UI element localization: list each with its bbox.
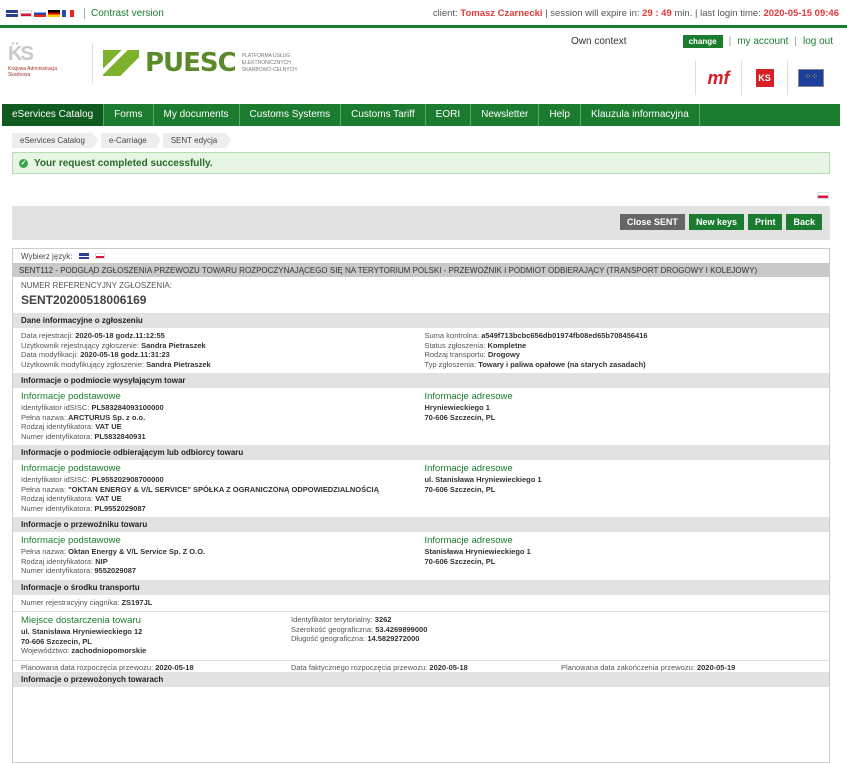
breadcrumb-item[interactable]: e-Carriage xyxy=(100,133,161,148)
transport-dates: Planowana data rozpoczęcia przewozu: 202… xyxy=(13,659,829,672)
nav-my-documents[interactable]: My documents xyxy=(154,104,240,126)
kas-text: Krajowa Administracja Skarbowa xyxy=(8,66,58,78)
nav-eservices-catalog[interactable]: eServices Catalog xyxy=(2,104,105,126)
session-label: | session will expire in: xyxy=(545,8,640,19)
nav-help[interactable]: Help xyxy=(539,104,581,126)
own-context-label: Own context xyxy=(571,36,627,47)
log-out-link[interactable]: log out xyxy=(803,36,833,47)
language-flags xyxy=(6,10,74,17)
context-bar: Own context change | my account | log ou… xyxy=(571,35,833,48)
puesc-logo[interactable]: PUESC PLATFORMA USŁUG ELEKTRONICZNYCH SK… xyxy=(92,43,312,83)
reference-label: NUMER REFERENCYJNY ZGŁOSZENIA: xyxy=(21,281,172,290)
ks-logo[interactable]: KS xyxy=(741,61,787,95)
puesc-mark-icon xyxy=(103,50,139,76)
section-header: Informacje o przewożonych towarach xyxy=(13,671,829,687)
partner-logos: mf KS xyxy=(695,61,833,95)
client-name: Tomasz Czarnecki xyxy=(460,8,543,19)
reference-number: SENT20200518006169 xyxy=(21,293,147,307)
flag-en-icon[interactable] xyxy=(78,253,91,259)
lang-label: Wybierz język: xyxy=(21,251,73,261)
action-bar: Close SENT New keys Print Back xyxy=(12,206,830,240)
main-nav: eServices Catalog Forms My documents Cus… xyxy=(2,104,840,126)
back-button[interactable]: Back xyxy=(786,214,822,230)
nav-customs-tariff[interactable]: Customs Tariff xyxy=(341,104,426,126)
document-view: Wybierz język: SENT112 - PODGLĄD ZGŁOSZE… xyxy=(12,248,830,763)
last-login: 2020-05-15 09:46 xyxy=(763,8,839,19)
nav-customs-systems[interactable]: Customs Systems xyxy=(240,104,342,126)
session-info: client: Tomasz Czarnecki | session will … xyxy=(433,8,839,19)
flag-en-icon[interactable] xyxy=(6,10,18,17)
nav-newsletter[interactable]: Newsletter xyxy=(471,104,540,126)
kas-logo[interactable]: K̈S Krajowa Administracja Skarbowa xyxy=(8,43,78,87)
breadcrumb-item[interactable]: eServices Catalog xyxy=(12,133,99,148)
breadcrumb: eServices Catalog e-Carriage SENT edycja xyxy=(12,133,233,148)
nav-klauzula[interactable]: Klauzula informacyjna xyxy=(581,104,700,126)
mf-logo[interactable]: mf xyxy=(695,61,741,95)
section-header: Informacje o środku transportu xyxy=(13,579,829,595)
document-title: SENT112 - PODGLĄD ZGŁOSZENIA PRZEWOZU TO… xyxy=(13,263,829,277)
change-button[interactable]: change xyxy=(682,35,723,48)
client-label: client: xyxy=(432,8,458,19)
section-body: Data rejestracji: 2020-05-18 godz.11:12:… xyxy=(21,331,648,369)
ks-logo-icon: KS xyxy=(755,69,774,87)
alert-message: Your request completed successfully. xyxy=(34,157,213,169)
section-header: Dane informacyjne o zgłoszeniu xyxy=(13,313,829,328)
my-account-link[interactable]: my account xyxy=(737,36,788,47)
puesc-wordmark: PUESC xyxy=(145,48,237,78)
section-body: Miejsce dostarczenia towaru ul. Stanisła… xyxy=(21,615,428,655)
section-body: Informacje podstawowe Pełna nazwa: Oktan… xyxy=(21,535,531,575)
kas-mark-icon: K̈S xyxy=(8,43,34,65)
flag-ru-icon[interactable] xyxy=(34,10,46,17)
flag-pl-icon[interactable] xyxy=(20,10,32,17)
section-header: Informacje o podmiocie odbierającym lub … xyxy=(13,445,829,460)
section-body: Informacje podstawowe Identyfikator idSI… xyxy=(21,463,542,513)
contrast-link[interactable]: Contrast version xyxy=(84,8,164,19)
section-header: Informacje o podmiocie wysyłającym towar xyxy=(13,373,829,388)
flag-pl-icon[interactable] xyxy=(94,253,105,259)
flag-fr-icon[interactable] xyxy=(62,10,74,17)
section-body: Informacje podstawowe Identyfikator idSI… xyxy=(21,391,513,441)
puesc-subtitle: PLATFORMA USŁUG ELEKTRONICZNYCH SKARBOWO… xyxy=(241,52,297,73)
top-bar: Contrast version client: Tomasz Czarneck… xyxy=(0,0,847,28)
header: K̈S Krajowa Administracja Skarbowa PUESC… xyxy=(0,31,847,101)
section-header: Informacje o przewoźniku towaru xyxy=(13,517,829,532)
nav-forms[interactable]: Forms xyxy=(104,104,154,126)
section-body: Numer rejestracyjny ciągnika: ZS197JL xyxy=(13,595,829,612)
close-sent-button[interactable]: Close SENT xyxy=(619,214,685,230)
eu-logo[interactable] xyxy=(787,61,833,95)
new-keys-button[interactable]: New keys xyxy=(688,214,744,230)
success-alert: ✓ Your request completed successfully. xyxy=(12,152,830,174)
breadcrumb-item: SENT edycja xyxy=(162,133,232,148)
check-icon: ✓ xyxy=(19,158,28,168)
language-selector: Wybierz język: xyxy=(13,249,829,263)
reference-section: NUMER REFERENCYJNY ZGŁOSZENIA: SENT20200… xyxy=(13,277,829,313)
flag-pl-icon[interactable] xyxy=(817,192,829,199)
print-button[interactable]: Print xyxy=(747,214,783,230)
session-time: 29 : 49 xyxy=(642,8,672,19)
flag-de-icon[interactable] xyxy=(48,10,60,17)
eu-flag-icon xyxy=(797,69,824,87)
session-unit: min. | last login time: xyxy=(674,8,761,19)
mf-logo-icon: mf xyxy=(707,67,730,88)
nav-eori[interactable]: EORI xyxy=(426,104,472,126)
